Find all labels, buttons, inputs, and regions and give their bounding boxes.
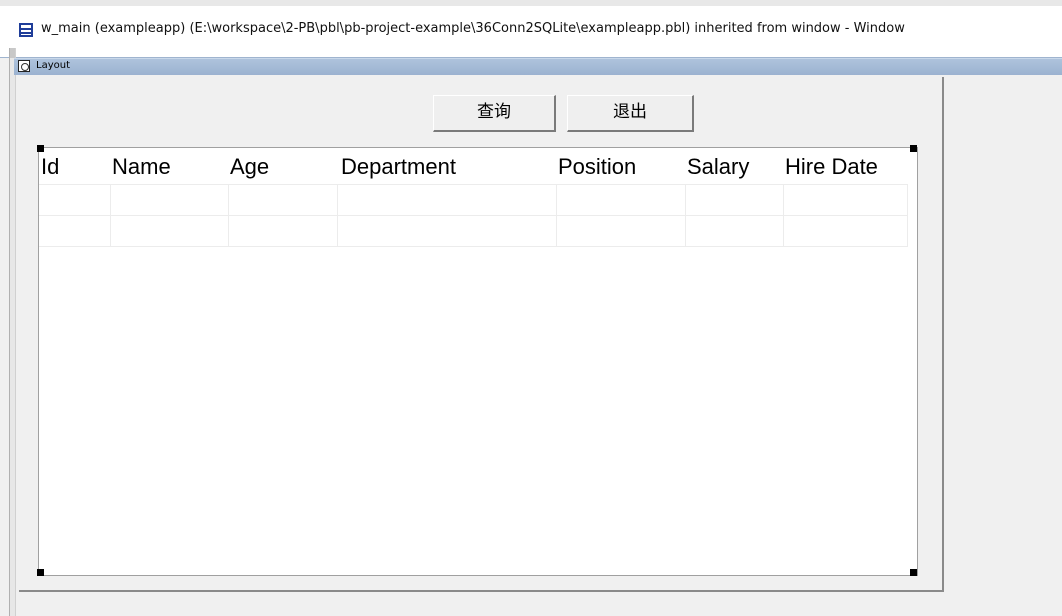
window-icon <box>19 23 33 37</box>
layout-icon <box>18 60 30 72</box>
column-header-id[interactable]: Id <box>41 154 59 180</box>
grid-header-row: Id Name Age Department Position Salary H… <box>39 148 909 184</box>
grid-column-divider <box>685 184 686 246</box>
resize-handle-bottom-right[interactable] <box>910 569 917 576</box>
exit-button[interactable]: 退出 <box>567 95 694 132</box>
column-header-name[interactable]: Name <box>112 154 171 180</box>
query-button[interactable]: 查询 <box>433 95 556 132</box>
column-header-salary[interactable]: Salary <box>687 154 749 180</box>
resize-handle-bottom-left[interactable] <box>37 569 44 576</box>
window-title-bar: w_main (exampleapp) (E:\workspace\2-PB\p… <box>0 0 1062 58</box>
grid-column-divider <box>110 184 111 246</box>
column-header-position[interactable]: Position <box>558 154 636 180</box>
resize-handle-top-right[interactable] <box>910 145 917 152</box>
resize-handle-top-left[interactable] <box>37 145 44 152</box>
layout-tab-label[interactable]: Layout <box>36 60 70 71</box>
column-header-hire-date[interactable]: Hire Date <box>785 154 878 180</box>
grid-column-divider <box>556 184 557 246</box>
column-header-department[interactable]: Department <box>341 154 456 180</box>
ide-window: w_main (exampleapp) (E:\workspace\2-PB\p… <box>0 0 1062 616</box>
grid-column-divider <box>337 184 338 246</box>
grid-column-divider <box>907 184 908 246</box>
grid-row-divider <box>39 215 908 216</box>
grid-column-divider <box>783 184 784 246</box>
design-window-canvas[interactable]: 查询 退出 Id Name Age Department Position Sa… <box>19 77 944 592</box>
left-edge-tab[interactable] <box>10 48 15 58</box>
grid-row-divider <box>39 246 908 247</box>
top-strip <box>0 0 1062 6</box>
grid-row-divider <box>39 184 908 185</box>
grid-column-divider <box>228 184 229 246</box>
column-header-age[interactable]: Age <box>230 154 269 180</box>
layout-tab-bar: Layout <box>14 58 1062 75</box>
left-edge-panel <box>9 48 16 616</box>
window-title: w_main (exampleapp) (E:\workspace\2-PB\p… <box>41 21 905 36</box>
datawindow-grid[interactable]: Id Name Age Department Position Salary H… <box>38 147 918 576</box>
